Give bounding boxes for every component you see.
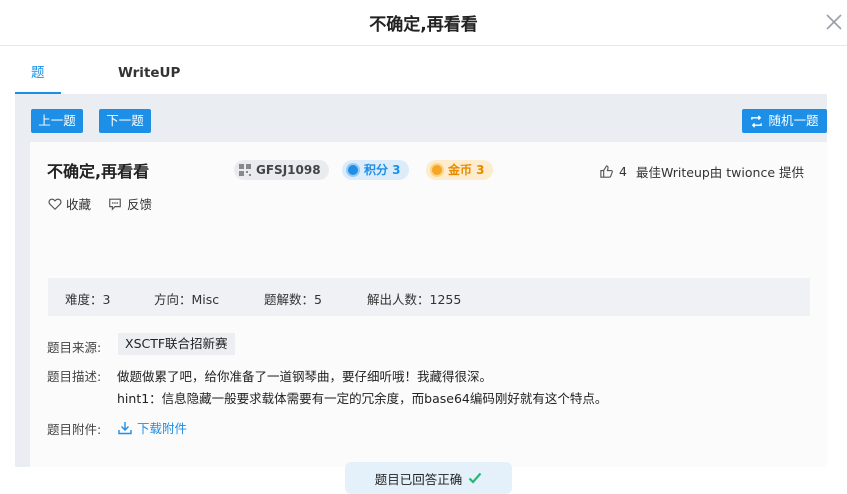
close-icon: [826, 14, 842, 30]
problem-actions: 收藏 反馈: [48, 194, 169, 213]
direction-stat: 方向：Misc: [154, 292, 220, 307]
solvers-stat: 解出人数：1255: [367, 292, 462, 307]
score-icon: [346, 163, 360, 177]
description-label: 题目描述:: [47, 369, 102, 384]
problem-title: 不确定,再看看: [47, 162, 150, 181]
description-line-2: hint1：信息隐藏一般要求载体需要有一定的冗余度，而base64编码刚好就有这…: [117, 391, 608, 406]
comment-icon: [109, 198, 121, 211]
heart-icon: [48, 198, 62, 210]
score-value: 积分 3: [364, 163, 401, 177]
content-panel: 上一题 下一题 随机一题 不确定,再看看 GFSJ1098 积分 3 金币 3: [15, 94, 827, 494]
source-tag: XSCTF联合招新赛: [118, 333, 235, 355]
problem-id-badge: GFSJ1098: [234, 160, 329, 180]
coin-badge: 金币 3: [426, 160, 493, 180]
difficulty-stat: 难度：3: [65, 292, 111, 307]
next-problem-button[interactable]: 下一题: [99, 109, 151, 133]
modal-title: 不确定,再看看: [369, 15, 478, 35]
close-button[interactable]: [821, 9, 847, 35]
feedback-button[interactable]: 反馈: [108, 194, 152, 213]
favorite-label: 收藏: [66, 197, 92, 212]
source-label: 题目来源:: [47, 340, 102, 355]
stats-bar: 难度：3 方向：Misc 题解数：5 解出人数：1255: [48, 278, 810, 316]
favorite-button[interactable]: 收藏: [48, 194, 91, 213]
checkmark-icon: [468, 472, 482, 484]
problem-id: GFSJ1098: [256, 163, 321, 177]
modal-header: 不确定,再看看: [0, 0, 847, 46]
download-icon: [118, 421, 132, 434]
random-problem-label: 随机一题: [768, 113, 819, 128]
shuffle-icon: [751, 114, 763, 128]
description-line-1: 做题做累了吧，给你准备了一道钢琴曲，要仔细听哦！我藏得很深。: [117, 369, 493, 384]
score-badge: 积分 3: [342, 160, 409, 180]
download-attachment-link[interactable]: 下载附件: [117, 418, 187, 437]
problem-card: 不确定,再看看 GFSJ1098 积分 3 金币 3 4 最佳Writeup由 …: [30, 142, 827, 494]
tab-writeup[interactable]: WriteUP: [118, 56, 180, 94]
best-writeup-text: 最佳Writeup由 twionce 提供: [635, 165, 804, 180]
attachment-label: 题目附件:: [47, 422, 102, 437]
thumbs-up-icon[interactable]: [599, 164, 614, 179]
likes-count: 4: [619, 164, 627, 179]
solved-status-text: 题目已回答正确: [374, 471, 463, 487]
tab-problem-details[interactable]: 题目详情: [15, 56, 61, 183]
feedback-label: 反馈: [127, 197, 153, 212]
qr-icon: [239, 164, 251, 176]
likes-area: 4 最佳Writeup由 twionce 提供: [599, 162, 804, 181]
coin-icon: [430, 163, 444, 177]
prev-problem-button[interactable]: 上一题: [31, 109, 83, 133]
download-label: 下载附件: [137, 421, 188, 436]
random-problem-button[interactable]: 随机一题: [742, 109, 827, 133]
solutions-stat: 题解数：5: [264, 292, 322, 307]
coin-value: 金币 3: [448, 163, 485, 177]
